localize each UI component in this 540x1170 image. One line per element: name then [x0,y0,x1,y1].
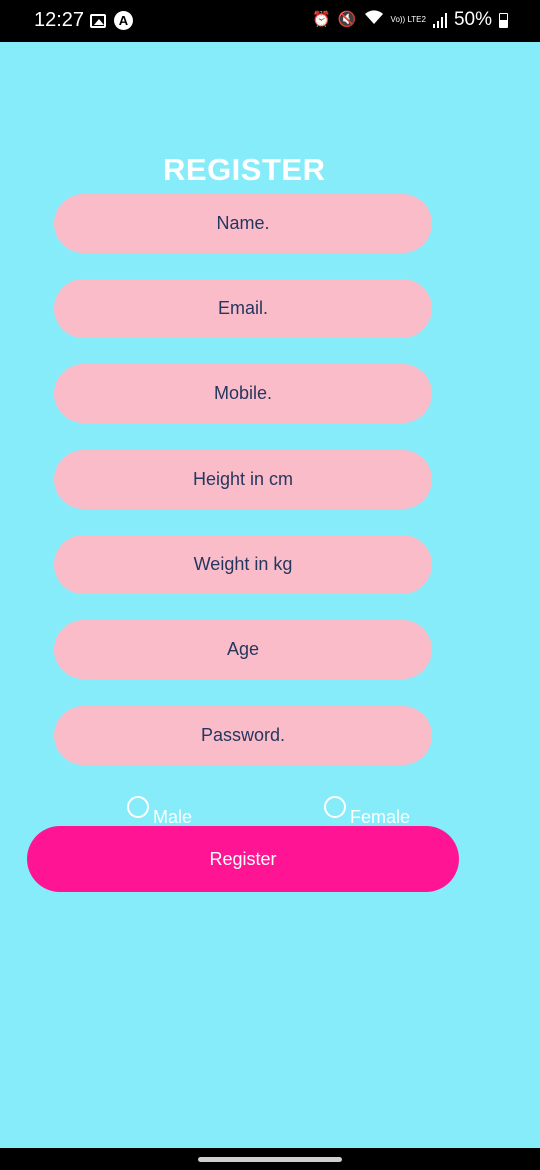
register-button[interactable]: Register [27,826,459,892]
mute-icon: 🔇 [337,11,357,28]
battery-icon [499,12,508,28]
name-field[interactable]: Name. [54,194,432,253]
male-radio[interactable] [127,796,149,818]
female-radio[interactable] [324,796,346,818]
battery-percentage: 50% [453,9,492,30]
female-label: Female [350,807,411,827]
male-label: Male [153,807,193,827]
home-gesture-handle[interactable] [198,1157,342,1162]
network-label: Vo)) LTE2 [390,15,426,24]
page-title: REGISTER [163,152,326,187]
gender-female-option[interactable]: Female [324,796,411,827]
mobile-field[interactable]: Mobile. [54,364,432,423]
alarm-icon: ⏰ [312,11,331,28]
wifi-icon [364,9,384,31]
age-field[interactable]: Age [54,620,432,679]
gender-male-option[interactable]: Male [127,796,193,827]
email-field[interactable]: Email. [54,279,432,338]
navigation-bar [0,1148,540,1170]
weight-field[interactable]: Weight in kg [54,535,432,594]
height-field[interactable]: Height in cm [54,450,432,509]
app-a-icon: A [114,11,133,30]
signal-icon [432,12,447,28]
status-time: 12:27 [34,9,85,31]
password-field[interactable]: Password. [54,706,432,765]
gallery-icon [90,13,106,28]
status-bar: 12:27 A ⏰ 🔇 Vo)) LTE2 50% [0,0,540,42]
